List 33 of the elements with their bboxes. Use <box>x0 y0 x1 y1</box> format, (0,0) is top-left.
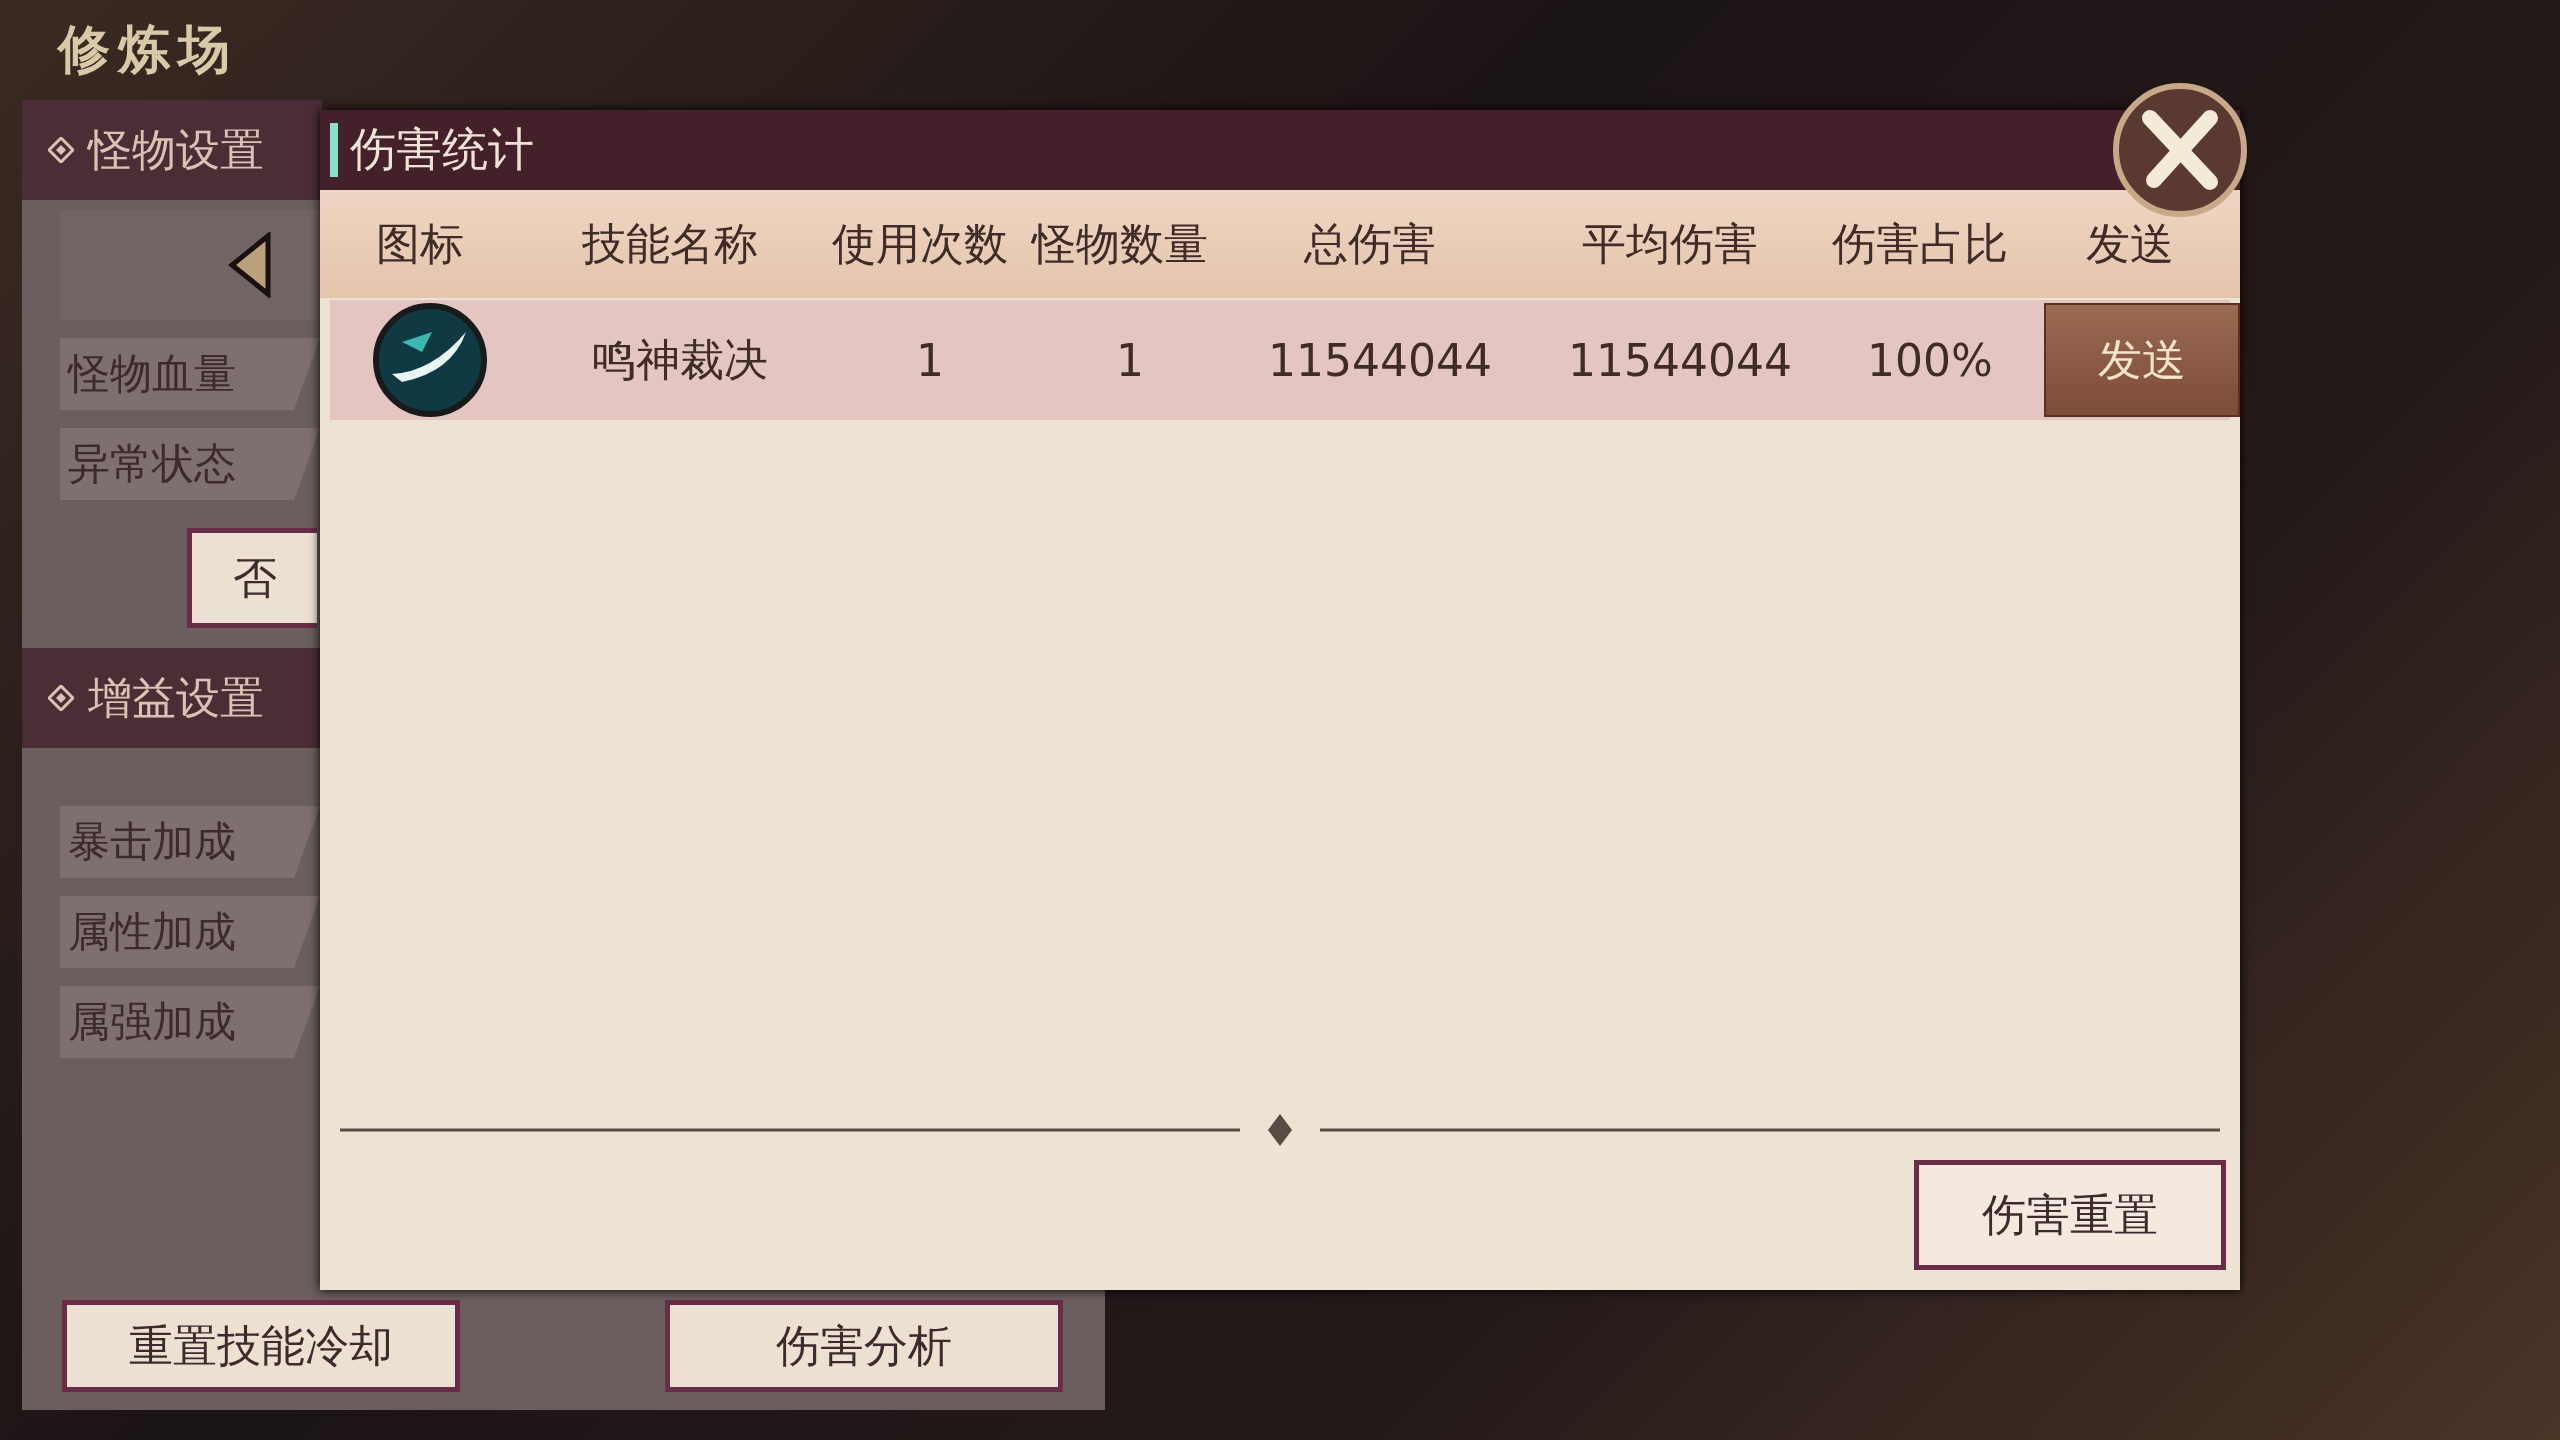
panel-button[interactable]: 伤害分析 <box>665 1300 1063 1392</box>
column-header: 图标 <box>375 216 465 271</box>
left-arrow-icon[interactable] <box>228 232 272 298</box>
accent-bar <box>330 123 338 177</box>
section-title: 增益设置 <box>88 670 264 725</box>
column-header: 平均伤害 <box>1581 216 1759 271</box>
reset-damage-button[interactable]: 伤害重置 <box>1914 1160 2226 1270</box>
skill-icon <box>372 302 488 418</box>
table-cell-text: 11544044 <box>1267 334 1493 386</box>
column-header: 总伤害 <box>1303 216 1437 271</box>
table-cell-text: 鸣神裁决 <box>591 332 769 387</box>
diamond-icon <box>48 137 74 163</box>
table-cell-text: 100% <box>1866 334 1994 386</box>
diamond-icon <box>48 685 74 711</box>
column-header: 伤害占比 <box>1831 216 2009 271</box>
table-cell-text: 11544044 <box>1567 334 1793 386</box>
send-button[interactable]: 发送 <box>2044 303 2240 417</box>
section-title: 怪物设置 <box>88 122 264 177</box>
setting-label: 暴击加成 <box>60 806 320 878</box>
table-cell-text: 1 <box>1115 334 1145 386</box>
setting-label: 异常状态 <box>60 428 320 500</box>
column-header: 怪物数量 <box>1030 216 1209 271</box>
column-header: 技能名称 <box>581 216 759 271</box>
column-header: 发送 <box>2085 216 2175 271</box>
setting-label: 属强加成 <box>60 986 320 1058</box>
panel-button[interactable]: 重置技能冷却 <box>62 1300 460 1392</box>
setting-label: 属性加成 <box>60 896 320 968</box>
toggle-button[interactable]: 否 <box>187 528 317 628</box>
column-header: 使用次数 <box>831 216 1009 271</box>
dialog-title: 伤害统计 <box>350 121 534 178</box>
table-cell-text: 1 <box>915 334 945 386</box>
scene-title: 修炼场 <box>58 18 238 81</box>
setting-label: 怪物血量 <box>60 338 320 410</box>
